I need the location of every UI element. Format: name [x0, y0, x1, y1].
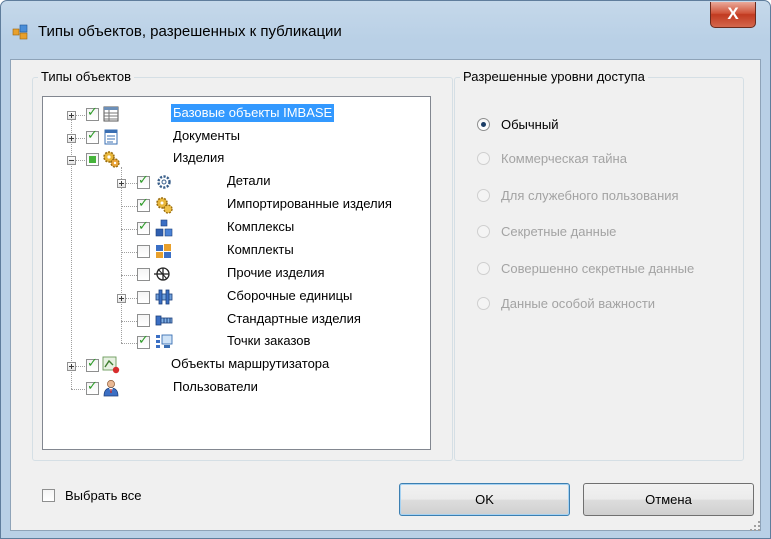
object-types-caption: Типы объектов	[38, 69, 135, 84]
expand-icon[interactable]	[67, 362, 76, 371]
object-types-tree[interactable]: Базовые объекты IMBASE Документы	[42, 96, 431, 450]
order-point-icon	[156, 334, 173, 348]
document-icon	[104, 129, 118, 145]
tree-node-label: Прочие изделия	[227, 265, 325, 280]
title-bar[interactable]: Типы объектов, разрешенных к публикации …	[1, 1, 770, 57]
radio-commercial-secret: Коммерческая тайна	[477, 150, 737, 170]
tree-node-checkbox[interactable]	[86, 105, 99, 121]
radio-button[interactable]	[477, 118, 490, 131]
radio-button	[477, 225, 490, 238]
tree-node-imported[interactable]: Импортированные изделия	[43, 195, 423, 217]
gear-icon	[157, 175, 171, 189]
other-items-icon	[154, 267, 170, 281]
expand-icon[interactable]	[117, 179, 126, 188]
radio-label: Коммерческая тайна	[501, 151, 627, 166]
table-icon	[103, 106, 119, 122]
radio-button	[477, 297, 490, 310]
tree-node-parts[interactable]: Детали	[43, 172, 423, 194]
tree-node-checkbox[interactable]	[86, 153, 99, 166]
radio-label: Секретные данные	[501, 224, 617, 239]
tree-node-checkbox[interactable]	[86, 128, 99, 144]
complex-icon	[155, 219, 173, 237]
tree-node-checkbox[interactable]	[137, 291, 150, 304]
tree-node-label: Объекты маршрутизатора	[171, 356, 330, 371]
expand-icon[interactable]	[67, 111, 76, 120]
tree-node-order-points[interactable]: Точки заказов	[43, 332, 423, 354]
tree-node-standard[interactable]: Стандартные изделия	[43, 310, 423, 332]
tree-node-label: Детали	[227, 173, 271, 188]
dialog-window: Типы объектов, разрешенных к публикации …	[0, 0, 771, 539]
tree-node-checkbox[interactable]	[137, 245, 150, 258]
imported-gears-icon	[156, 197, 173, 214]
tree-node-label: Точки заказов	[227, 333, 311, 348]
radio-secret: Секретные данные	[477, 223, 737, 243]
radio-official-use: Для служебного пользования	[477, 187, 747, 207]
select-all-checkbox[interactable]	[42, 489, 55, 502]
tree-node-checkbox[interactable]	[86, 379, 99, 395]
radio-special-importance: Данные особой важности	[477, 295, 737, 315]
tree-node-complexes[interactable]: Комплексы	[43, 218, 423, 240]
tree-node-label: Комплекты	[227, 242, 294, 257]
access-levels-caption: Разрешенные уровни доступа	[460, 69, 648, 84]
radio-label: Совершенно секретные данные	[501, 261, 695, 276]
user-icon	[103, 380, 119, 397]
tree-node-label: Пользователи	[173, 379, 258, 394]
gears-icon	[103, 151, 120, 168]
resize-grip-icon[interactable]	[749, 520, 761, 532]
radio-label: Данные особой важности	[501, 296, 656, 311]
tree-node-kits[interactable]: Комплекты	[43, 241, 423, 263]
cancel-button[interactable]: Отмена	[583, 483, 754, 516]
tree-node-users[interactable]: Пользователи	[43, 378, 423, 400]
tree-node-label: Сборочные единицы	[227, 288, 353, 303]
tree-node-other[interactable]: Прочие изделия	[43, 264, 423, 286]
tree-node-checkbox[interactable]	[137, 314, 150, 327]
tree-node-label: Комплексы	[227, 219, 295, 234]
tree-node-label: Изделия	[173, 150, 225, 165]
select-all-label: Выбрать все	[65, 488, 142, 503]
expand-icon[interactable]	[117, 294, 126, 303]
radio-label: Для служебного пользования	[501, 188, 679, 203]
close-icon: X	[727, 4, 739, 23]
kit-icon	[156, 244, 171, 258]
ok-button[interactable]: OK	[399, 483, 570, 516]
radio-button	[477, 262, 490, 275]
tree-node-imbase[interactable]: Базовые объекты IMBASE	[43, 104, 423, 126]
expand-icon[interactable]	[67, 134, 76, 143]
window-title: Типы объектов, разрешенных к публикации	[38, 23, 342, 40]
collapse-icon[interactable]	[67, 156, 76, 165]
select-all-checkbox-row[interactable]: Выбрать все	[40, 487, 200, 507]
assembly-icon	[155, 289, 173, 305]
radio-button	[477, 189, 490, 202]
router-object-icon	[102, 356, 120, 374]
tree-node-label: Документы	[173, 128, 241, 143]
tree-node-checkbox[interactable]	[137, 268, 150, 281]
tree-node-router-objects[interactable]: Объекты маршрутизатора	[43, 355, 423, 377]
tree-node-label: Импортированные изделия	[227, 196, 392, 211]
tree-node-checkbox[interactable]	[137, 196, 150, 212]
tree-node-checkbox[interactable]	[137, 173, 150, 189]
tree-node-documents[interactable]: Документы	[43, 127, 423, 149]
tree-node-label: Базовые объекты IMBASE	[171, 104, 335, 122]
radio-label: Обычный	[501, 117, 559, 132]
close-button[interactable]: X	[710, 2, 756, 28]
tree-node-label: Стандартные изделия	[227, 311, 361, 326]
tree-node-checkbox[interactable]	[86, 356, 99, 372]
tree-node-products[interactable]: Изделия	[43, 149, 423, 171]
tree-node-checkbox[interactable]	[137, 333, 150, 349]
standard-item-icon	[155, 315, 173, 326]
radio-button	[477, 152, 490, 165]
tree-node-checkbox[interactable]	[137, 219, 150, 235]
radio-top-secret: Совершенно секретные данные	[477, 260, 757, 280]
window-app-icon	[12, 24, 28, 40]
tree-node-assemblies[interactable]: Сборочные единицы	[43, 287, 423, 309]
radio-normal[interactable]: Обычный	[477, 116, 737, 136]
